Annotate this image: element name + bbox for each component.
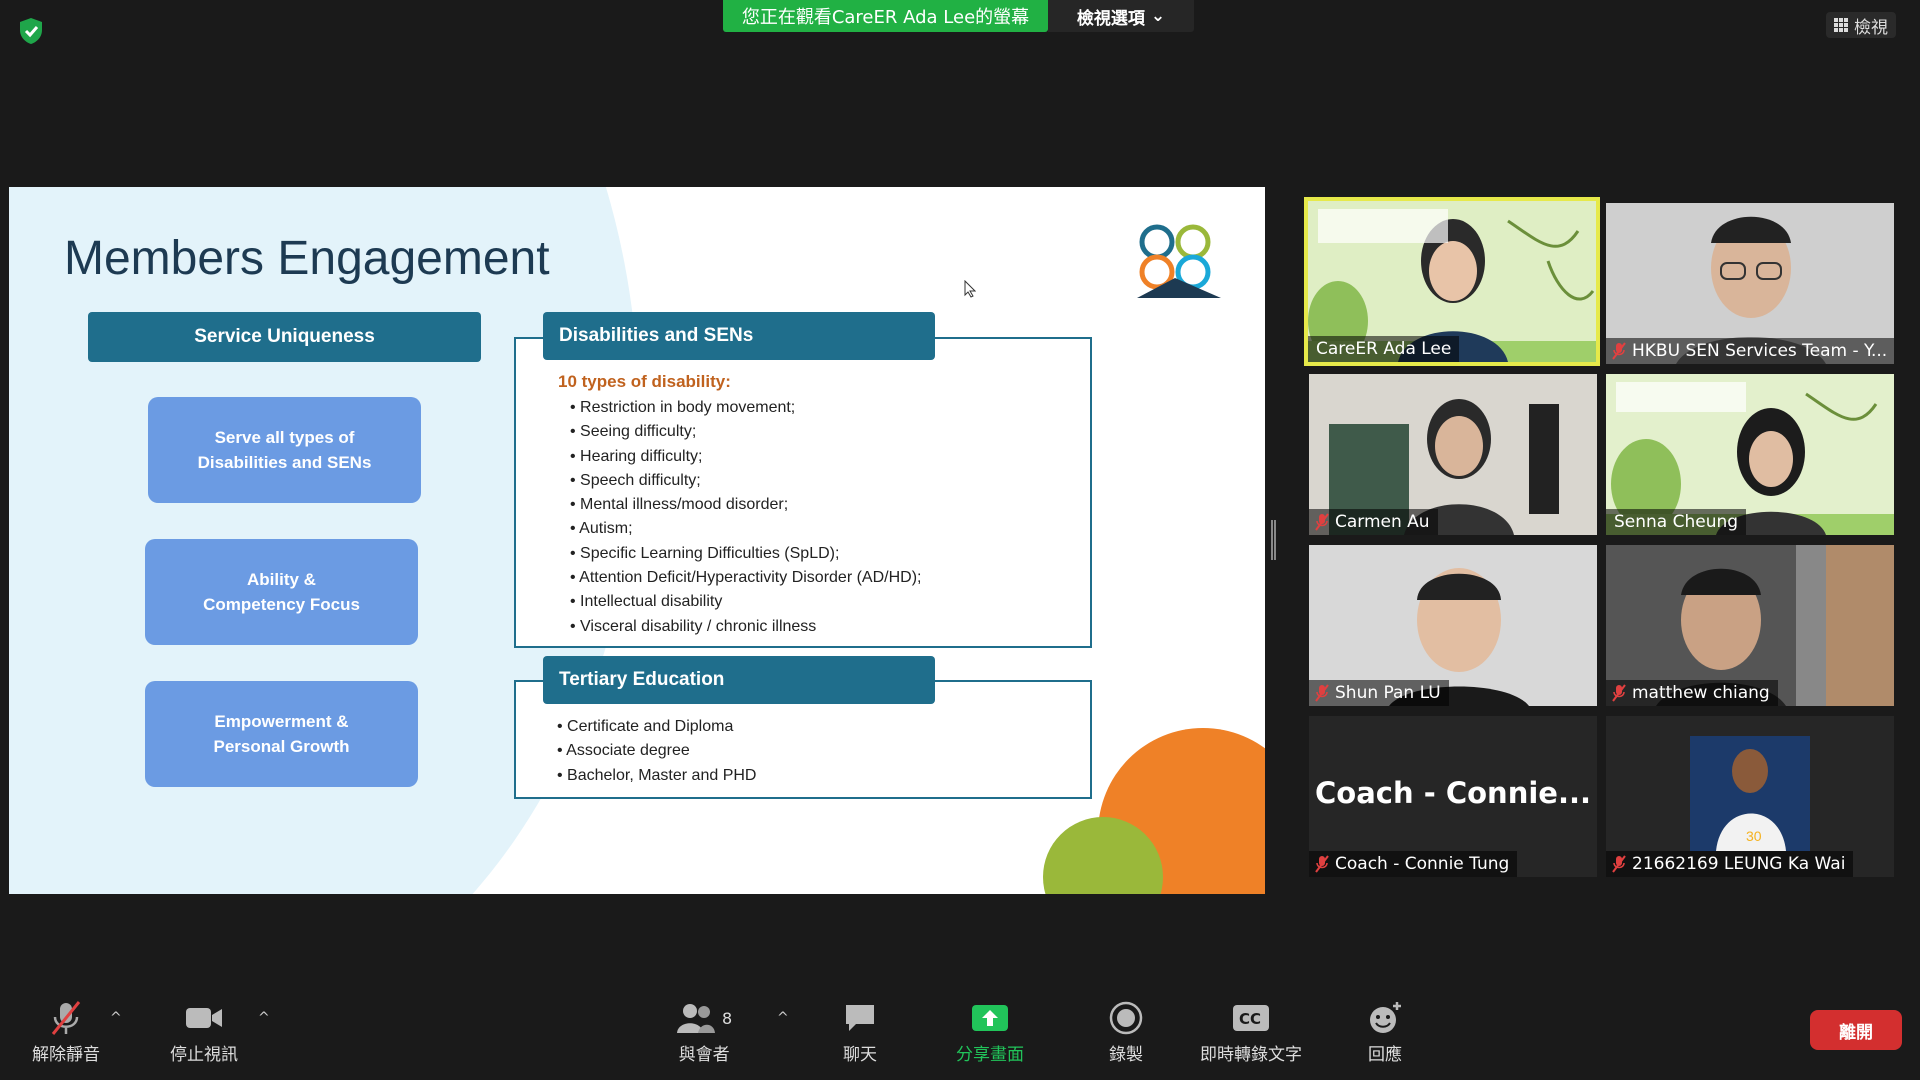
mic-muted-icon xyxy=(1612,855,1626,873)
participant-name: matthew chiang xyxy=(1606,680,1778,706)
view-button-label: 檢視 xyxy=(1854,17,1888,38)
view-options-button[interactable]: 檢視選項 ⌄ xyxy=(1048,0,1194,32)
disabilities-subtitle: 10 types of disability: xyxy=(558,372,731,391)
participants-count: 8 xyxy=(722,1008,733,1028)
pill-ability: Ability & Competency Focus xyxy=(145,539,418,645)
pill-empowerment: Empowerment & Personal Growth xyxy=(145,681,418,787)
leave-button[interactable]: 離開 xyxy=(1810,1010,1902,1050)
list-item: Seeing difficulty; xyxy=(570,420,921,444)
stop-video-button[interactable]: 停止視訊 xyxy=(170,998,238,1065)
list-item: Certificate and Diploma xyxy=(557,715,756,739)
video-tile-carmen-au[interactable]: Carmen Au xyxy=(1309,374,1597,535)
record-icon xyxy=(1109,1001,1143,1035)
cc-icon: CC xyxy=(1233,1005,1269,1031)
participants-icon xyxy=(677,1004,715,1033)
panel-resize-handle[interactable] xyxy=(1271,520,1276,560)
mic-muted-icon xyxy=(1315,855,1329,873)
cc-icon-text: CC xyxy=(1239,1010,1261,1028)
chat-icon xyxy=(846,1005,874,1031)
service-uniqueness-header: Service Uniqueness xyxy=(88,312,481,362)
live-transcript-button[interactable]: CC 即時轉錄文字 xyxy=(1200,998,1302,1065)
share-screen-button[interactable]: 分享畫面 xyxy=(956,998,1024,1065)
participant-name: Shun Pan LU xyxy=(1309,680,1449,706)
share-screen-icon xyxy=(972,1005,1008,1031)
shield-check-icon[interactable] xyxy=(16,16,46,46)
video-tile-leung-ka-wai[interactable]: 30 21662169 LEUNG Ka Wai xyxy=(1606,716,1894,877)
audio-options-caret[interactable]: ^ xyxy=(110,1010,122,1026)
chevron-down-icon: ⌄ xyxy=(1150,6,1166,26)
video-tile-ada-lee[interactable]: CareER Ada Lee xyxy=(1304,197,1600,366)
participant-name: 21662169 LEUNG Ka Wai xyxy=(1606,851,1854,877)
video-camera-icon xyxy=(186,1008,222,1028)
list-item: Bachelor, Master and PHD xyxy=(557,764,756,788)
career-logo xyxy=(1137,224,1221,298)
reactions-button[interactable]: 回應 xyxy=(1367,998,1403,1065)
participants-button[interactable]: 8 與會者 xyxy=(676,998,732,1065)
unmute-button[interactable]: 解除靜音 xyxy=(32,998,100,1065)
list-item: Associate degree xyxy=(557,739,756,763)
video-tile-connie-tung[interactable]: Coach - Connie... Coach - Connie Tung xyxy=(1309,716,1597,877)
shared-screen: Members Engagement Service Uniqueness Se… xyxy=(9,187,1265,894)
list-item: Autism; xyxy=(570,517,921,541)
participant-name: Coach - Connie Tung xyxy=(1309,851,1518,877)
tertiary-list: Certificate and Diploma Associate degree… xyxy=(557,715,756,788)
mouse-cursor-icon xyxy=(964,280,976,298)
list-item: Restriction in body movement; xyxy=(570,396,921,420)
mic-muted-icon xyxy=(1612,342,1626,360)
video-tile-hkbu[interactable]: HKBU SEN Services Team - Y... xyxy=(1606,203,1894,364)
list-item: Attention Deficit/Hyperactivity Disorder… xyxy=(570,566,921,590)
video-tile-shun-pan-lu[interactable]: Shun Pan LU xyxy=(1309,545,1597,706)
participant-name: HKBU SEN Services Team - Y... xyxy=(1606,338,1894,364)
pill-serve-all: Serve all types of Disabilities and SENs xyxy=(148,397,421,503)
svg-text:30: 30 xyxy=(1746,828,1762,844)
share-banner: 您正在觀看CareER Ada Lee的螢幕 xyxy=(723,0,1048,32)
disabilities-list: Restriction in body movement; Seeing dif… xyxy=(570,396,921,639)
participant-name-display: Coach - Connie... xyxy=(1315,776,1591,810)
list-item: Visceral disability / chronic illness xyxy=(570,615,921,639)
mic-muted-icon xyxy=(1315,513,1329,531)
video-tile-matthew-chiang[interactable]: matthew chiang xyxy=(1606,545,1894,706)
tertiary-header: Tertiary Education xyxy=(543,656,935,704)
slide-title: Members Engagement xyxy=(64,232,550,285)
disabilities-header: Disabilities and SENs xyxy=(543,312,935,360)
participant-name: CareER Ada Lee xyxy=(1308,336,1460,362)
view-options-label: 檢視選項 xyxy=(1076,8,1145,29)
meeting-toolbar: 解除靜音 ^ 停止視訊 ^ 8 與會者 ^ 聊天 分享畫面 錄製 CC 即時轉錄… xyxy=(0,990,1920,1080)
record-button[interactable]: 錄製 xyxy=(1109,998,1143,1065)
list-item: Intellectual disability xyxy=(570,590,921,614)
grid-icon xyxy=(1834,18,1848,32)
video-options-caret[interactable]: ^ xyxy=(258,1010,270,1026)
mic-muted-icon xyxy=(51,1001,81,1035)
mic-muted-icon xyxy=(1315,684,1329,702)
chat-button[interactable]: 聊天 xyxy=(843,998,877,1065)
emoji-add-icon xyxy=(1370,1002,1401,1033)
list-item: Hearing difficulty; xyxy=(570,445,921,469)
video-tile-senna-cheung[interactable]: Senna Cheung xyxy=(1606,374,1894,535)
list-item: Mental illness/mood disorder; xyxy=(570,493,921,517)
participant-name: Carmen Au xyxy=(1309,509,1438,535)
participants-options-caret[interactable]: ^ xyxy=(777,1010,789,1026)
list-item: Specific Learning Difficulties (SpLD); xyxy=(570,542,921,566)
participant-name: Senna Cheung xyxy=(1606,509,1747,535)
list-item: Speech difficulty; xyxy=(570,469,921,493)
view-button[interactable]: 檢視 xyxy=(1826,12,1896,38)
mic-muted-icon xyxy=(1612,684,1626,702)
